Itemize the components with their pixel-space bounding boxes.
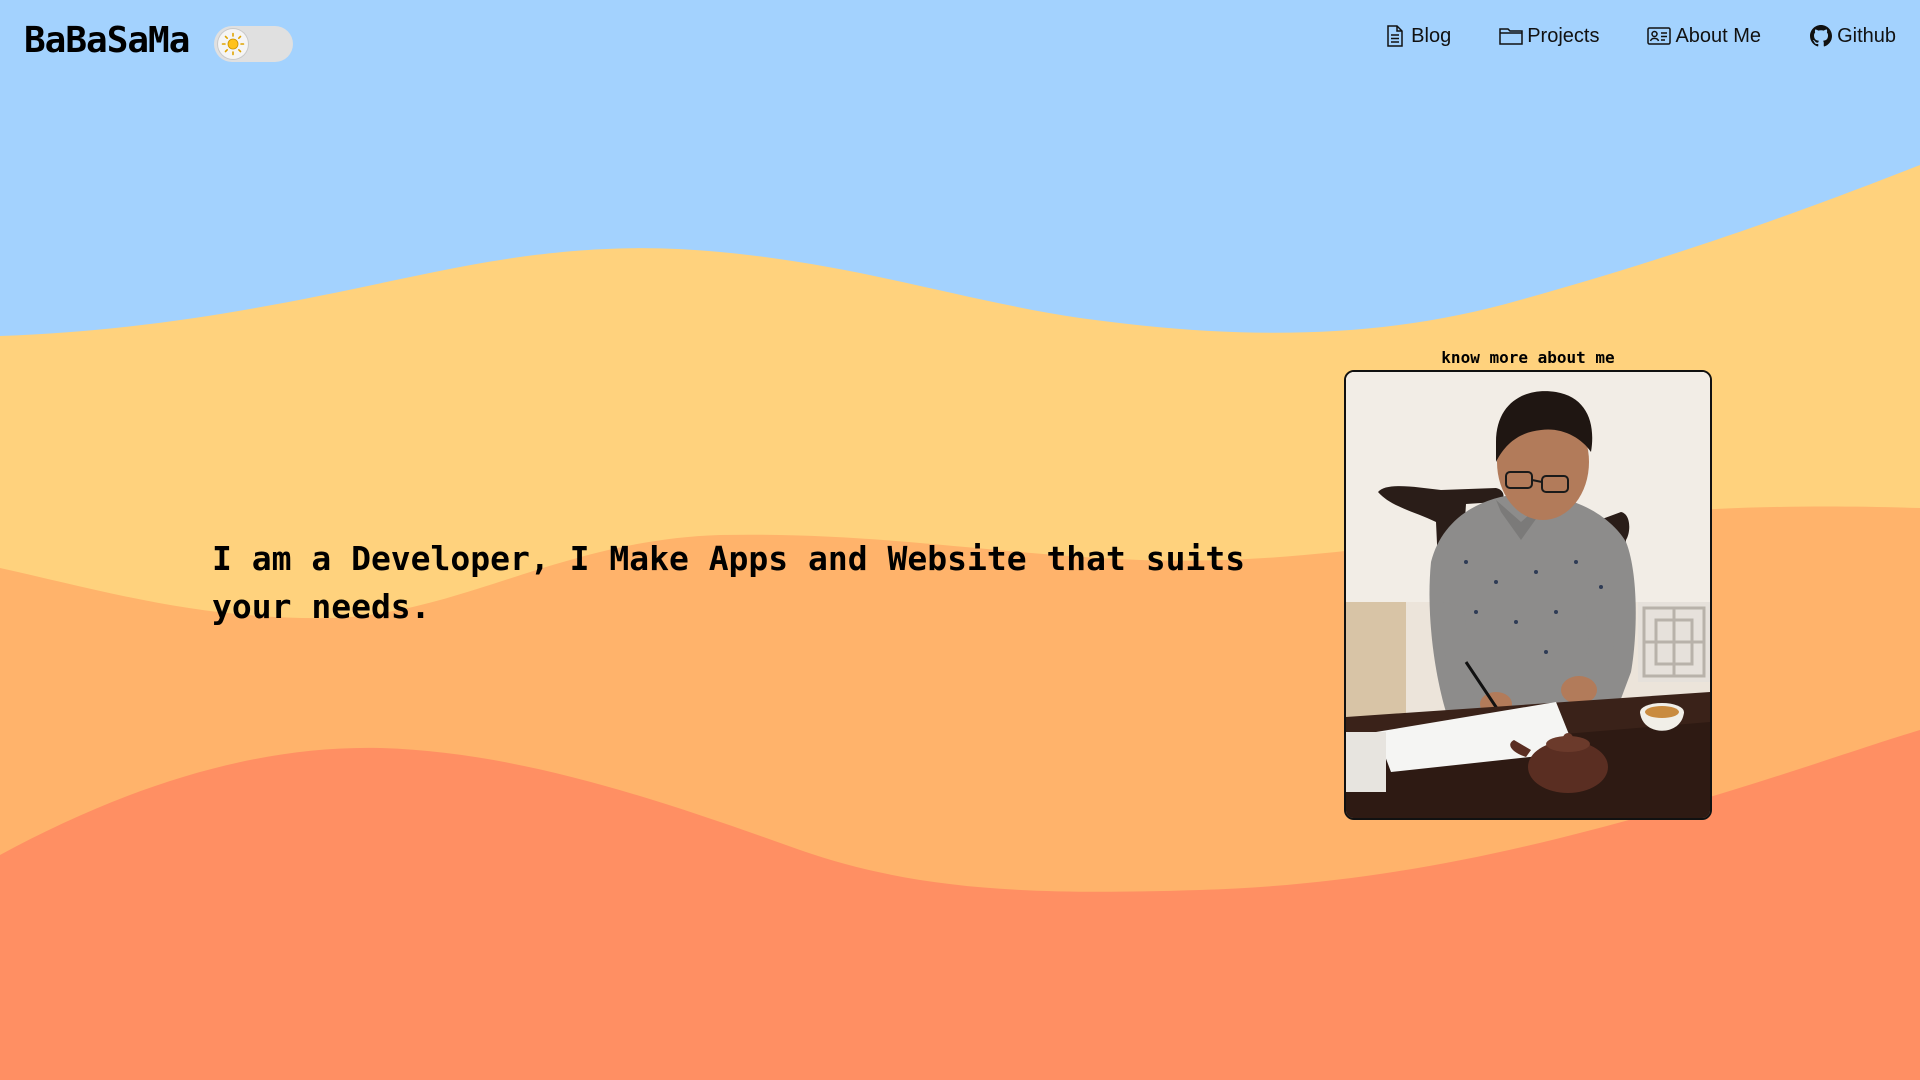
brand-logo[interactable]: BaBaSaMa xyxy=(24,20,190,61)
hero-headline: I am a Developer, I Make Apps and Websit… xyxy=(212,539,1246,626)
theme-toggle[interactable] xyxy=(214,26,293,62)
landing-page: BaBaSaMa Blog Projects About Me Github I… xyxy=(0,0,1920,1080)
site-header: BaBaSaMa Blog Projects About Me Github xyxy=(0,0,1920,90)
nav-about-me-label: About Me xyxy=(1675,24,1762,47)
folder-icon xyxy=(1499,24,1523,48)
nav-blog[interactable]: Blog xyxy=(1383,24,1451,48)
nav-about-me[interactable]: About Me xyxy=(1647,24,1761,48)
profile-photo[interactable] xyxy=(1344,370,1712,820)
person-writing-photo xyxy=(1346,372,1710,818)
theme-toggle-knob xyxy=(218,29,248,59)
sun-icon xyxy=(221,32,245,56)
id-card-icon xyxy=(1647,24,1672,48)
nav-github[interactable]: Github xyxy=(1809,24,1896,48)
main-nav: Blog Projects About Me Github xyxy=(1383,24,1896,48)
nav-projects-label: Projects xyxy=(1527,24,1600,47)
nav-blog-label: Blog xyxy=(1411,24,1452,47)
about-caption[interactable]: know more about me xyxy=(1344,346,1712,370)
document-icon xyxy=(1383,24,1407,48)
nav-projects[interactable]: Projects xyxy=(1499,24,1599,48)
nav-github-label: Github xyxy=(1837,24,1896,47)
github-icon xyxy=(1809,24,1833,48)
about-card[interactable]: know more about me xyxy=(1344,346,1712,820)
